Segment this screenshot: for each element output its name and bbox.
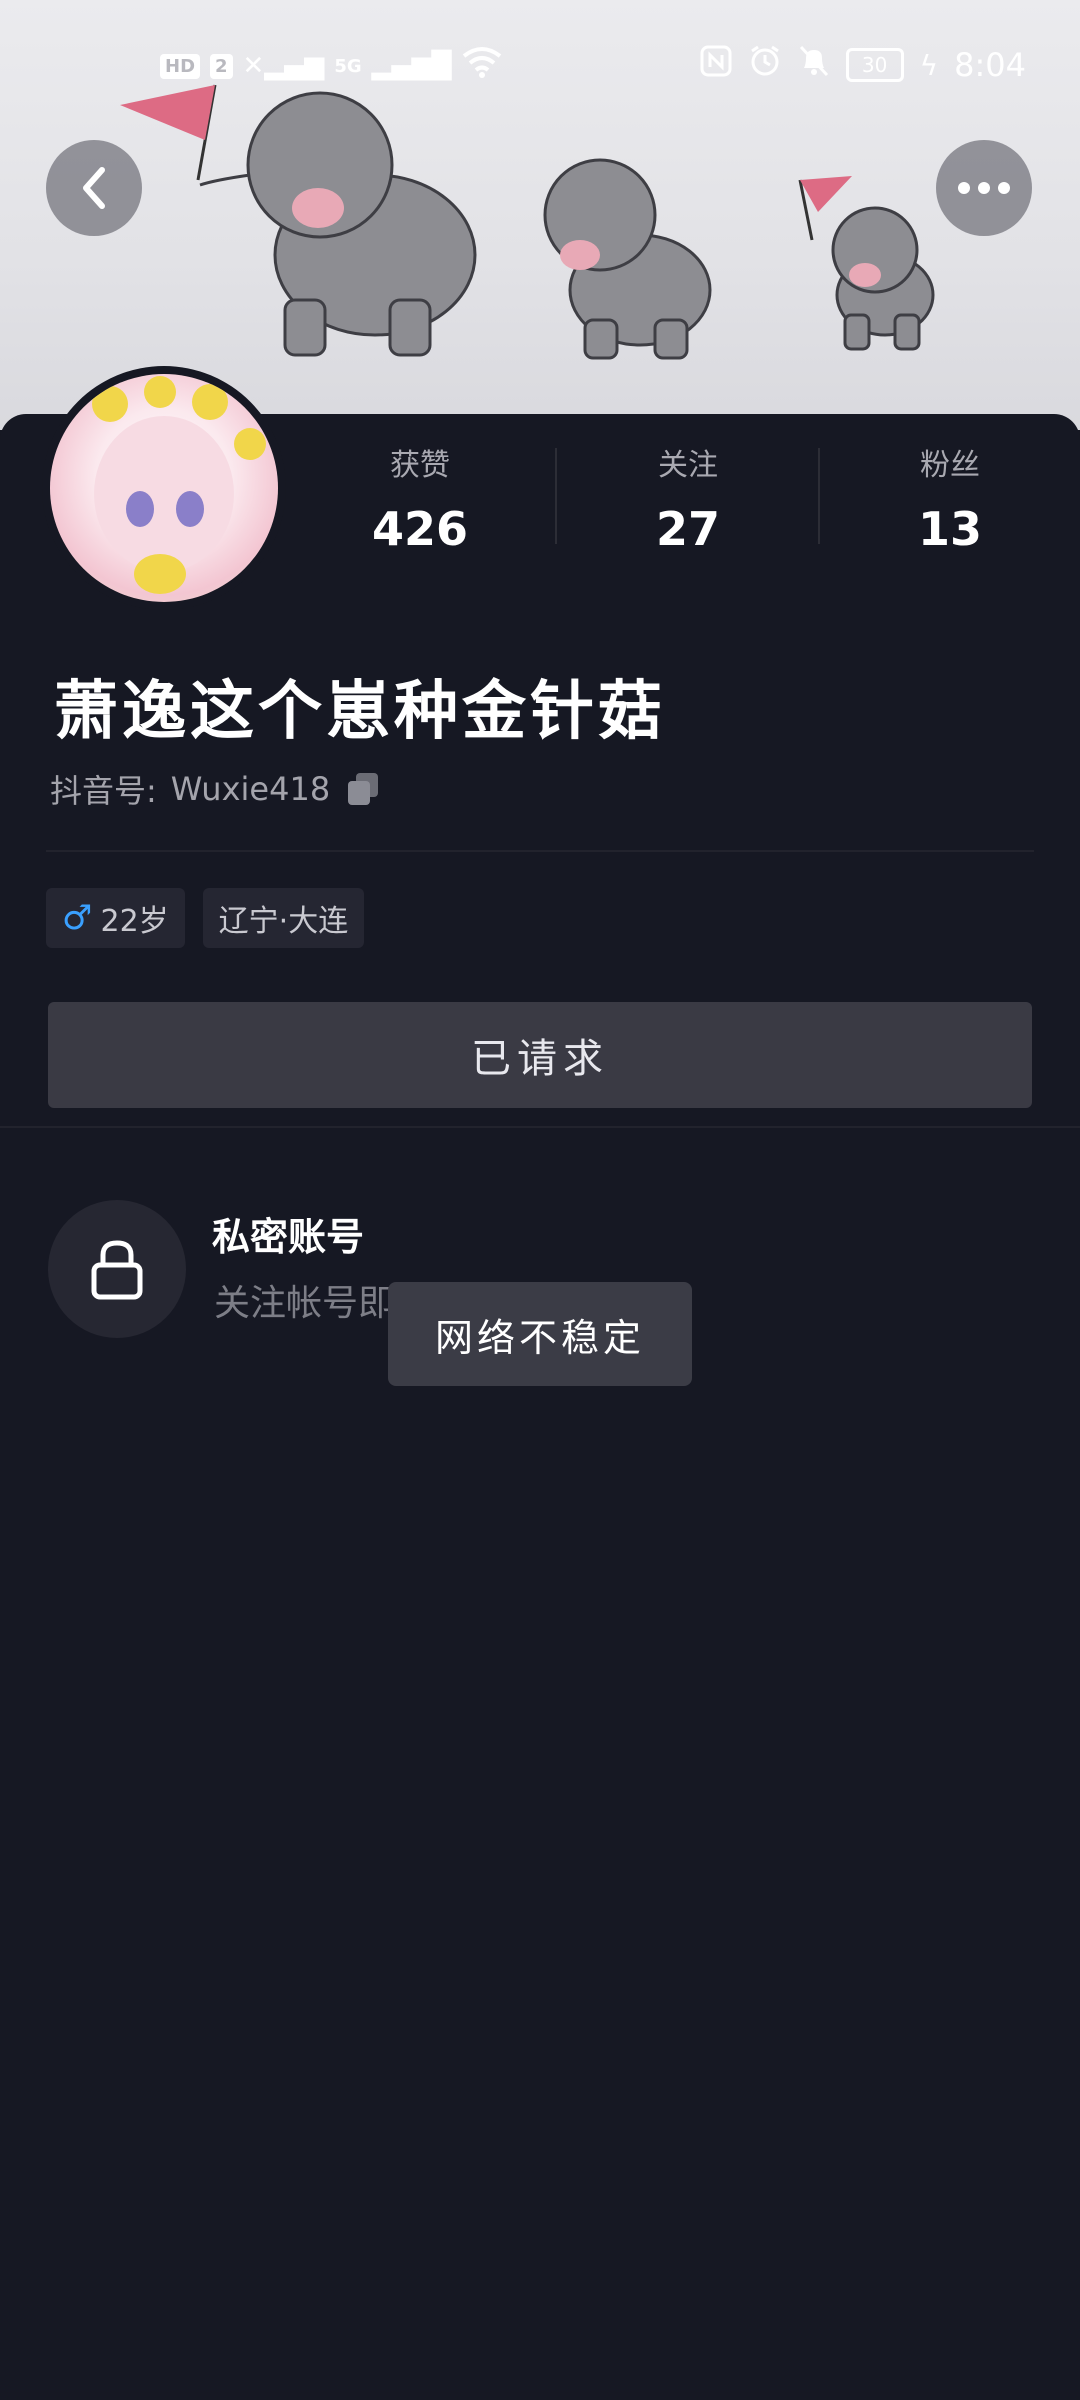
followers-label: 粉丝 [920, 448, 980, 483]
avatar[interactable] [42, 366, 286, 610]
alarm-icon [748, 44, 782, 86]
profile-stats: 获赞 426 关注 27 粉丝 13 [290, 440, 1080, 556]
divider [0, 1126, 1080, 1128]
following-stat[interactable]: 关注 27 [558, 440, 818, 556]
likes-label: 获赞 [390, 448, 450, 483]
douyin-id-label: 抖音号: [50, 772, 157, 810]
lock-icon [91, 1240, 143, 1300]
charging-icon: ϟ [919, 48, 939, 82]
followers-count: 13 [917, 502, 982, 556]
divider [46, 850, 1034, 852]
douyin-id-row: 抖音号: Wuxie418 [50, 766, 379, 812]
gender-age-tag: ♂ 22岁 [46, 888, 185, 948]
nfc-icon [700, 45, 732, 85]
more-dots-icon [958, 182, 1010, 194]
likes-count: 426 [371, 502, 469, 556]
avatar-image [50, 374, 278, 602]
mute-icon [798, 44, 830, 86]
profile-tags: ♂ 22岁 辽宁·大连 [46, 888, 365, 948]
location-tag: 辽宁·大连 [202, 888, 365, 948]
age-text: 22岁 [100, 904, 169, 939]
hd-badge: HD [160, 53, 201, 79]
male-icon: ♂ [62, 898, 93, 938]
location-text: 辽宁·大连 [218, 904, 349, 939]
signal-off-icon: ✕▂▄▆ [242, 51, 325, 81]
status-bar: HD 2 ✕▂▄▆ 5G ▂▄▆█ 30 ϟ 8:04 [0, 40, 1080, 96]
copy-icon[interactable] [348, 773, 379, 805]
following-count: 27 [655, 502, 720, 556]
followers-stat[interactable]: 粉丝 13 [820, 440, 1080, 556]
battery-icon: 30 [845, 48, 904, 82]
network-type: 5G [334, 55, 362, 77]
stat-divider [555, 448, 557, 544]
private-account-title: 私密账号 [212, 1215, 365, 1259]
network-toast: 网络不稳定 [388, 1282, 692, 1386]
follow-requested-button[interactable]: 已请求 [48, 1002, 1032, 1108]
sim-badge: 2 [210, 53, 233, 79]
clock: 8:04 [954, 46, 1026, 84]
more-button[interactable] [936, 140, 1032, 236]
following-label: 关注 [658, 448, 718, 483]
douyin-id-value: Wuxie418 [170, 770, 331, 808]
back-button[interactable] [46, 140, 142, 236]
signal-icon: ▂▄▆█ [371, 51, 452, 81]
likes-stat[interactable]: 获赞 426 [290, 440, 550, 556]
chevron-left-icon [83, 167, 105, 209]
profile-nickname: 萧逸这个崽种金针菇 [54, 675, 666, 749]
lock-icon-container [48, 1200, 186, 1338]
wifi-icon [462, 46, 502, 86]
